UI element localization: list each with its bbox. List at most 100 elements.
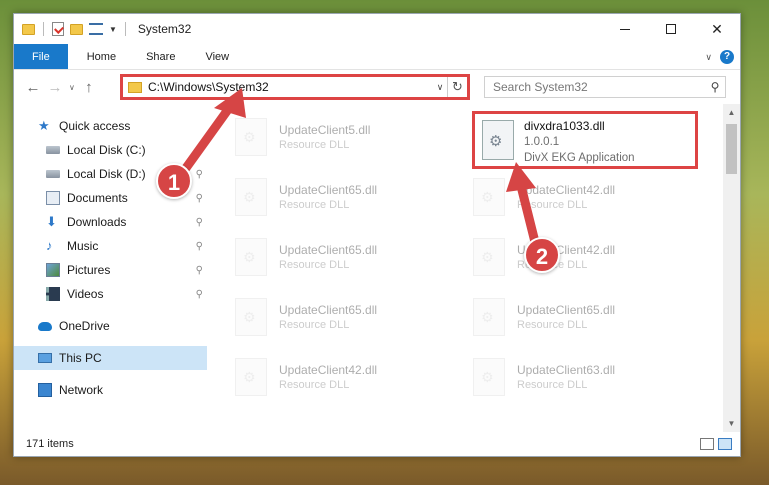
dll-file-icon [482,120,514,160]
sidebar-item-label: Local Disk (D:) [67,167,146,181]
file-type: Resource DLL [517,319,588,331]
sidebar-item-onedrive[interactable]: OneDrive [14,314,207,338]
search-box[interactable]: Search System32 ⚲ [484,76,726,98]
dll-file-icon [473,358,505,396]
forward-arrow-icon[interactable]: → [44,79,66,96]
search-icon[interactable]: ⚲ [705,80,725,94]
file-description: DivX EKG Application [524,152,635,164]
scroll-down-icon[interactable]: ▼ [723,415,740,432]
pictures-icon [46,263,60,277]
ribbon-tabs: File Home Share View ∨ ? [14,44,740,70]
close-icon: ✕ [711,20,723,37]
scroll-up-icon[interactable]: ▲ [723,104,740,121]
file-tile[interactable]: UpdateClient65.dll Resource DLL [473,292,683,342]
pin-icon[interactable]: ⚲ [196,265,203,276]
file-type: Resource DLL [279,139,350,151]
window-title: System32 [137,22,192,36]
sidebar-item-music[interactable]: ♪ Music ⚲ [14,234,207,258]
address-history-chevron-icon[interactable]: ∨ [433,82,447,93]
file-tile[interactable]: UpdateClient65.dll Resource DLL [235,172,445,222]
close-button[interactable]: ✕ [694,14,740,44]
network-icon [38,383,52,397]
minimize-button[interactable] [602,14,648,44]
file-tile[interactable]: UpdateClient42.dllResource DLL [473,232,683,282]
pin-icon[interactable]: ⚲ [196,145,203,156]
file-tile[interactable]: UpdateClient5.dll Resource DLL [235,112,445,162]
file-explorer-window: ▼ System32 ✕ File Home Share View ∨ ? ← … [13,13,741,457]
file-type: Resource DLL [279,259,350,271]
sidebar-item-local-disk-c[interactable]: Local Disk (C:) ⚲ [14,138,207,162]
view-options-icon[interactable] [89,23,103,35]
scrollbar-thumb[interactable] [726,124,737,174]
sidebar-item-label: Videos [67,287,104,301]
sidebar-item-pictures[interactable]: Pictures ⚲ [14,258,207,282]
pin-icon[interactable]: ⚲ [196,193,203,204]
properties-icon[interactable] [52,22,64,36]
sidebar-item-label: This PC [59,351,102,365]
sidebar-item-label: OneDrive [59,319,110,333]
tab-share[interactable]: Share [131,44,190,69]
pin-icon[interactable]: ⚲ [196,217,203,228]
sidebar-item-this-pc[interactable]: This PC [14,346,207,370]
tab-view[interactable]: View [190,44,244,69]
sidebar-item-downloads[interactable]: ⬇ Downloads ⚲ [14,210,207,234]
music-icon: ♪ [46,238,53,253]
maximize-icon [666,24,676,34]
disk-icon [46,146,60,154]
maximize-button[interactable] [648,14,694,44]
up-arrow-icon[interactable]: ↑ [78,79,100,96]
address-bar[interactable]: C:\Windows\System32 ∨ ↻ [120,74,470,100]
sidebar-item-videos[interactable]: Videos ⚲ [14,282,207,306]
sidebar-item-label: Pictures [67,263,111,277]
expand-ribbon-chevron-icon[interactable]: ∨ [705,52,712,63]
tab-file[interactable]: File [14,44,68,69]
new-folder-icon[interactable] [70,23,83,35]
details-view-icon[interactable] [700,438,714,450]
dll-file-icon [473,298,505,336]
minimize-icon [620,28,630,30]
file-name: UpdateClient42.dll [279,363,378,377]
sidebar-item-label: Network [59,383,104,397]
file-name: UpdateClient65.dll [517,303,616,317]
file-tile[interactable]: UpdateClient63.dll Resource DLL [473,352,683,402]
file-tile[interactable]: UpdateClient42.dllResource DLL [235,352,445,402]
navigation-pane: ★ Quick access Local Disk (C:) ⚲ Local D… [14,104,207,432]
customize-toolbar-chevron-icon[interactable]: ▼ [109,25,117,34]
address-path[interactable]: C:\Windows\System32 [148,80,433,94]
vertical-scrollbar[interactable]: ▲ ▼ [723,104,740,432]
file-type: Resource DLL [517,199,588,211]
file-list: UpdateClient5.dll Resource DLL UpdateClie… [207,104,740,432]
navigation-bar: ← → ∨ ↑ C:\Windows\System32 ∨ ↻ Search S… [14,70,740,104]
help-icon[interactable]: ? [720,50,734,64]
sidebar-item-quick-access[interactable]: ★ Quick access [14,114,207,138]
sidebar-item-label: Local Disk (C:) [67,143,146,157]
toolbar-divider [43,22,44,36]
file-name: UpdateClient65.dll [279,243,378,257]
back-arrow-icon[interactable]: ← [22,79,44,96]
view-switcher [700,438,732,450]
computer-icon [38,353,52,363]
refresh-icon[interactable]: ↻ [447,77,467,97]
pin-icon[interactable]: ⚲ [196,241,203,252]
recent-locations-chevron-icon[interactable]: ∨ [69,83,75,92]
pin-icon[interactable]: ⚲ [196,169,203,180]
highlighted-file-details: divxdra1033.dll 1.0.0.1 DivX EKG Applica… [524,118,635,166]
star-icon: ★ [38,118,50,133]
folder-icon [128,81,142,93]
file-name: UpdateClient63.dll [517,363,616,377]
dll-file-icon [235,238,267,276]
tab-home[interactable]: Home [72,44,131,69]
file-tile[interactable]: UpdateClient65.dll Resource DLL [235,232,445,282]
ribbon-right-controls: ∨ ? [705,50,734,64]
highlighted-file-tile[interactable]: divxdra1033.dll 1.0.0.1 DivX EKG Applica… [472,111,698,169]
sidebar-item-label: Music [67,239,99,253]
file-tile[interactable]: UpdateClient42.dllResource DLL [473,172,683,222]
search-input[interactable]: Search System32 [493,80,705,94]
title-bar: ▼ System32 ✕ [14,14,740,44]
sidebar-item-network[interactable]: Network [14,378,207,402]
file-tile[interactable]: UpdateClient65.dll Resource DLL [235,292,445,342]
dll-file-icon [473,238,505,276]
file-type: Resource DLL [279,199,350,211]
large-icons-view-icon[interactable] [718,438,732,450]
pin-icon[interactable]: ⚲ [196,289,203,300]
